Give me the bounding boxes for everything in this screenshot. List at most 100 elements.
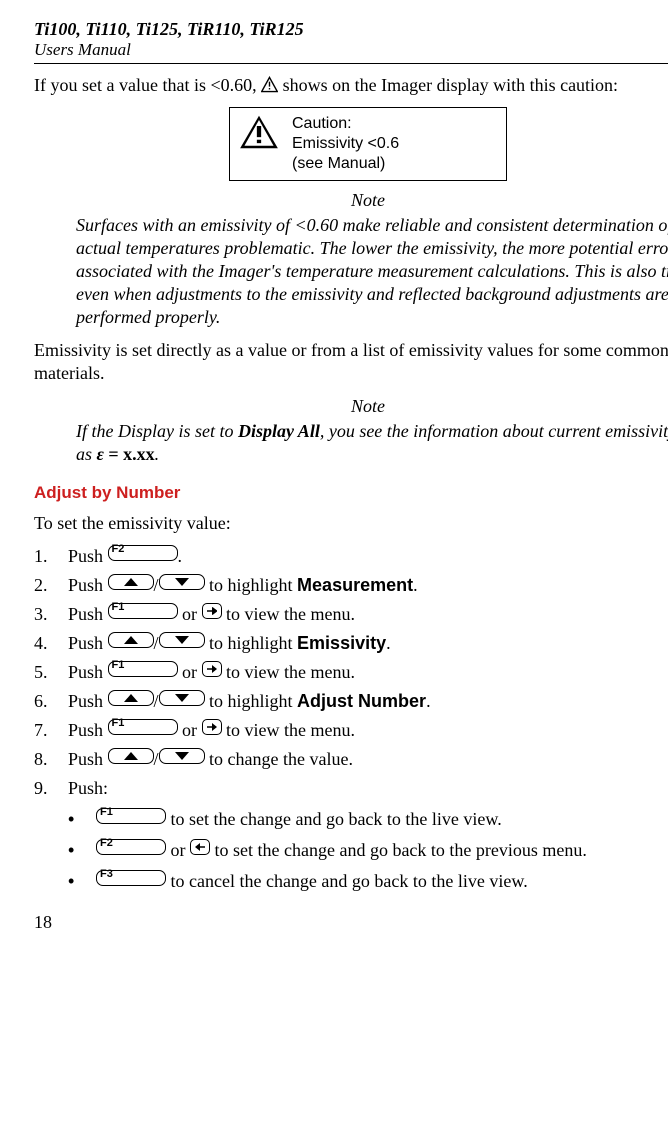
note-body-1: Surfaces with an emissivity of <0.60 mak… bbox=[76, 214, 668, 329]
arrow-up-key bbox=[108, 748, 154, 764]
step-text: . bbox=[413, 575, 418, 595]
f1-key: F1 bbox=[108, 603, 178, 619]
f1-key: F1 bbox=[96, 808, 166, 824]
step-1: 1. Push F2. bbox=[34, 545, 668, 568]
caution-line-3: (see Manual) bbox=[292, 154, 399, 174]
step-text: . bbox=[386, 633, 391, 653]
epsilon-symbol: ε bbox=[97, 444, 104, 464]
caution-line-1: Caution: bbox=[292, 114, 399, 134]
bullet-text: or bbox=[166, 840, 190, 860]
emissivity-set-paragraph: Emissivity is set directly as a value or… bbox=[34, 339, 668, 385]
bullet-text: to set the change and go back to the pre… bbox=[210, 840, 587, 860]
step-4: 4. Push / to highlight Emissivity. bbox=[34, 632, 668, 655]
arrow-up-key bbox=[108, 690, 154, 706]
step-text: Push bbox=[68, 720, 108, 740]
step-text: to change the value. bbox=[205, 749, 353, 769]
f1-key: F1 bbox=[108, 719, 178, 735]
page-header: Ti100, Ti110, Ti125, TiR110, TiR125 User… bbox=[34, 18, 668, 61]
step-7: 7. Push F1 or to view the menu. bbox=[34, 719, 668, 742]
bullet-marker: • bbox=[68, 808, 96, 831]
caution-line-2: Emissivity <0.6 bbox=[292, 134, 399, 154]
step-5: 5. Push F1 or to view the menu. bbox=[34, 661, 668, 684]
step-text: Push bbox=[68, 575, 108, 595]
lead-in: To set the emissivity value: bbox=[34, 512, 668, 535]
arrow-right-key bbox=[202, 661, 222, 677]
step-8: 8. Push / to change the value. bbox=[34, 748, 668, 771]
step-text: / bbox=[154, 691, 159, 711]
fkey-label: F2 bbox=[112, 542, 125, 556]
step-text: or bbox=[178, 662, 202, 682]
intro-text-1: If you set a value that is <0.60, bbox=[34, 75, 261, 95]
fkey-label: F1 bbox=[100, 805, 113, 819]
header-products: Ti100, Ti110, Ti125, TiR110, TiR125 bbox=[34, 18, 668, 41]
intro-paragraph: If you set a value that is <0.60, shows … bbox=[34, 74, 668, 97]
step-text: Push bbox=[68, 691, 108, 711]
step-number: 4. bbox=[34, 632, 68, 655]
arrow-left-key bbox=[190, 839, 210, 855]
header-subtitle: Users Manual bbox=[34, 39, 668, 61]
fkey-label: F3 bbox=[100, 867, 113, 881]
step-text: to view the menu. bbox=[222, 662, 355, 682]
bullet-3: • F3 to cancel the change and go back to… bbox=[68, 870, 668, 893]
step-3: 3. Push F1 or to view the menu. bbox=[34, 603, 668, 626]
step-number: 9. bbox=[34, 777, 68, 800]
step-number: 7. bbox=[34, 719, 68, 742]
note2-post: . bbox=[155, 444, 160, 464]
note-heading-1: Note bbox=[34, 189, 668, 212]
step-text: . bbox=[178, 546, 183, 566]
page-number: 18 bbox=[34, 911, 668, 934]
arrow-down-key bbox=[159, 574, 205, 590]
arrow-right-key bbox=[202, 603, 222, 619]
arrow-up-key bbox=[108, 632, 154, 648]
arrow-up-key bbox=[108, 574, 154, 590]
note-body-2: If the Display is set to Display All, yo… bbox=[76, 420, 668, 466]
fkey-label: F1 bbox=[112, 600, 125, 614]
f3-key: F3 bbox=[96, 870, 166, 886]
step-2: 2. Push / to highlight Measurement. bbox=[34, 574, 668, 597]
steps-list: 1. Push F2. 2. Push / to highlight Measu… bbox=[34, 545, 668, 800]
step-text: Push bbox=[68, 749, 108, 769]
fkey-label: F2 bbox=[100, 836, 113, 850]
step-text: to highlight bbox=[205, 633, 298, 653]
arrow-down-key bbox=[159, 632, 205, 648]
bullet-text: to cancel the change and go back to the … bbox=[166, 871, 528, 891]
f2-key: F2 bbox=[108, 545, 178, 561]
step-text: . bbox=[426, 691, 431, 711]
bullet-1: • F1 to set the change and go back to th… bbox=[68, 808, 668, 831]
step-text: to highlight bbox=[205, 575, 298, 595]
note-heading-2: Note bbox=[34, 395, 668, 418]
step-text: / bbox=[154, 575, 159, 595]
fkey-label: F1 bbox=[112, 658, 125, 672]
caution-text: Caution: Emissivity <0.6 (see Manual) bbox=[292, 114, 399, 174]
section-title: Adjust by Number bbox=[34, 482, 668, 504]
bullet-2: • F2 or to set the change and go back to… bbox=[68, 839, 668, 862]
step-text: Push bbox=[68, 633, 108, 653]
step-text: / bbox=[154, 749, 159, 769]
warning-icon bbox=[238, 114, 280, 156]
step-text: Push bbox=[68, 604, 108, 624]
step-number: 6. bbox=[34, 690, 68, 713]
f2-key: F2 bbox=[96, 839, 166, 855]
menu-item-emissivity: Emissivity bbox=[297, 633, 386, 653]
step-text: to view the menu. bbox=[222, 720, 355, 740]
step-text: Push bbox=[68, 546, 108, 566]
note2-bold: Display All bbox=[238, 421, 320, 441]
header-rule bbox=[34, 63, 668, 64]
bullet-text: to set the change and go back to the liv… bbox=[166, 809, 502, 829]
note2-eq: = x.xx bbox=[104, 444, 155, 464]
step-number: 2. bbox=[34, 574, 68, 597]
step-number: 8. bbox=[34, 748, 68, 771]
step-text: Push bbox=[68, 662, 108, 682]
step-number: 1. bbox=[34, 545, 68, 568]
step-text: Push: bbox=[68, 778, 108, 798]
bullet-marker: • bbox=[68, 870, 96, 893]
warning-icon bbox=[261, 75, 283, 95]
f1-key: F1 bbox=[108, 661, 178, 677]
note2-pre: If the Display is set to bbox=[76, 421, 238, 441]
caution-box: Caution: Emissivity <0.6 (see Manual) bbox=[229, 107, 507, 181]
bullet-list: • F1 to set the change and go back to th… bbox=[68, 808, 668, 893]
step-9: 9. Push: bbox=[34, 777, 668, 800]
step-text: to view the menu. bbox=[222, 604, 355, 624]
step-6: 6. Push / to highlight Adjust Number. bbox=[34, 690, 668, 713]
step-text: to highlight bbox=[205, 691, 298, 711]
